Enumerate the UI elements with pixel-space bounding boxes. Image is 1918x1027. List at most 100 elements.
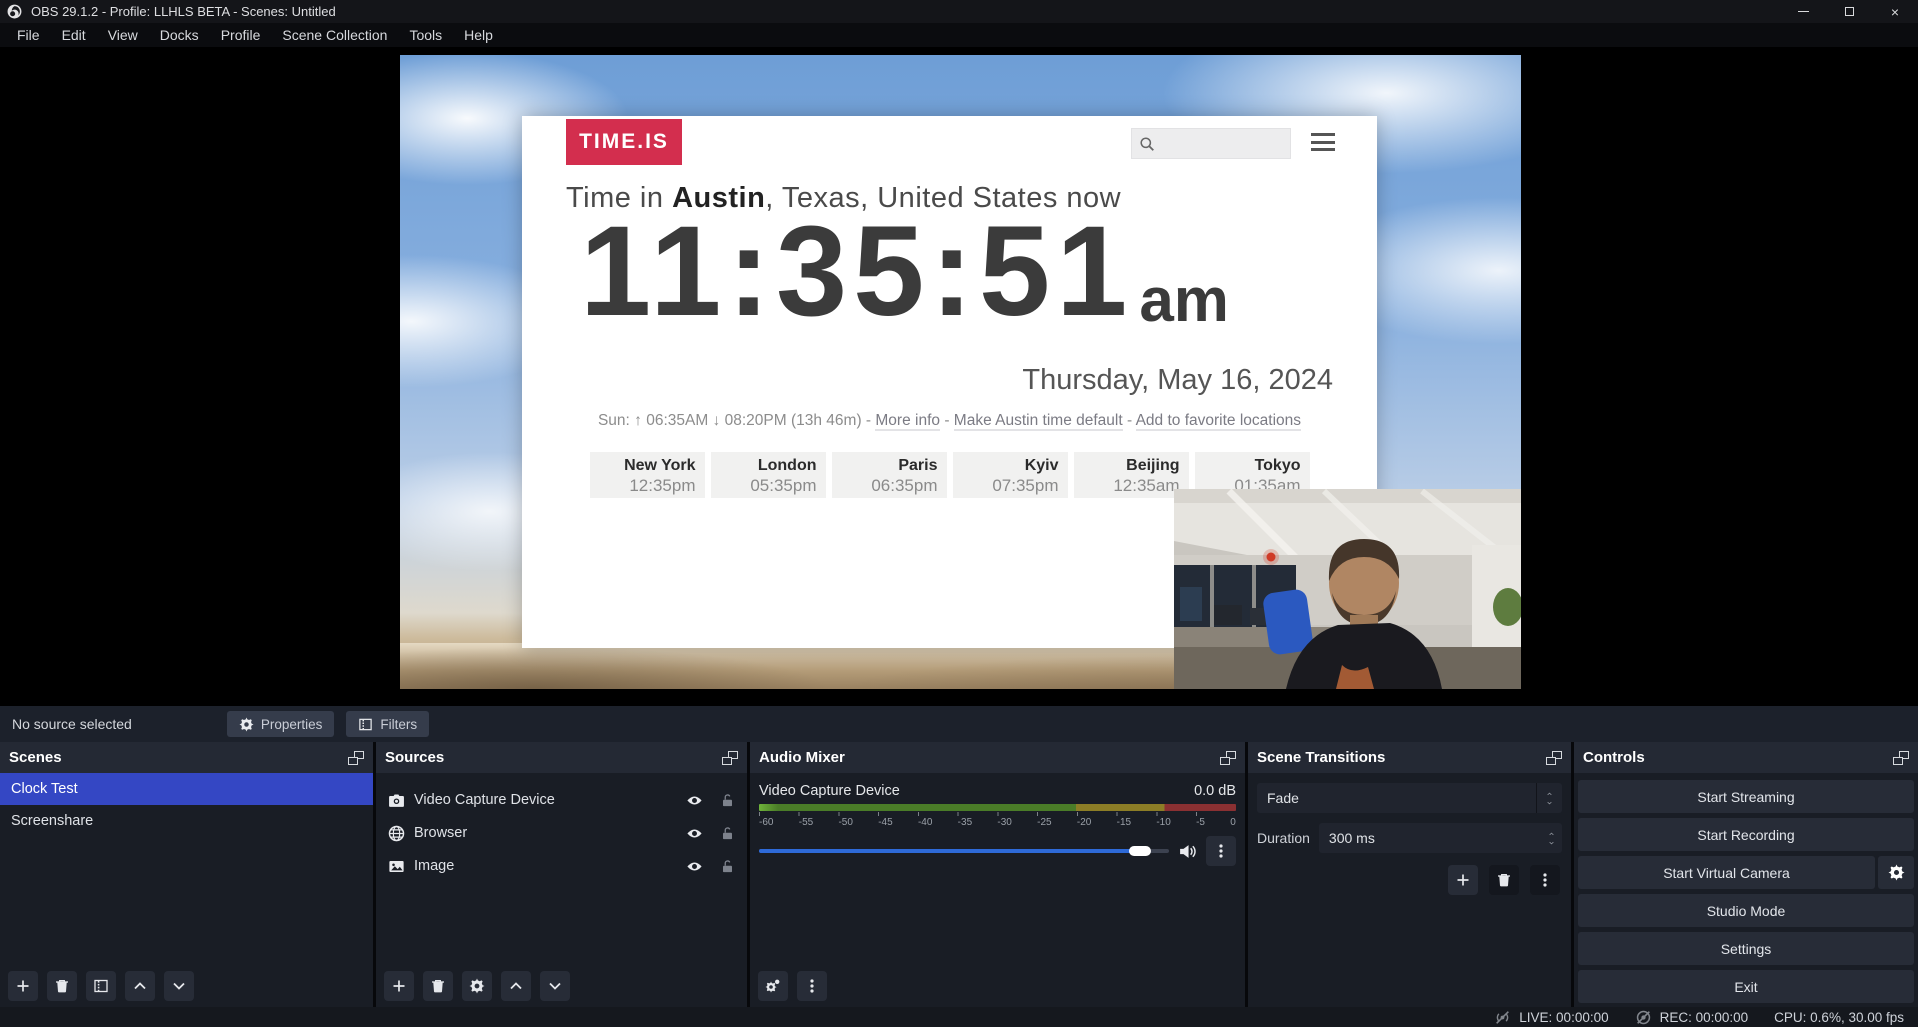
volume-slider-handle[interactable]	[1129, 846, 1151, 856]
menu-docks[interactable]: Docks	[149, 23, 210, 47]
gear-icon	[1888, 864, 1905, 881]
start-virtual-camera-button[interactable]: Start Virtual Camera	[1578, 856, 1875, 889]
scenes-toolbar	[0, 965, 373, 1007]
scene-item-screenshare[interactable]: Screenshare	[0, 805, 373, 837]
visibility-eye-icon[interactable]	[686, 858, 703, 875]
source-properties-button[interactable]	[462, 971, 492, 1001]
add-scene-button[interactable]	[8, 971, 38, 1001]
source-up-button[interactable]	[501, 971, 531, 1001]
visibility-eye-icon[interactable]	[686, 792, 703, 809]
mixer-level-db: 0.0 dB	[1194, 783, 1236, 799]
virtual-camera-config-button[interactable]	[1878, 856, 1914, 889]
transition-menu-button[interactable]	[1530, 865, 1560, 895]
menu-edit[interactable]: Edit	[51, 23, 97, 47]
remove-scene-button[interactable]	[47, 971, 77, 1001]
add-favorite-link[interactable]: Add to favorite locations	[1136, 412, 1301, 431]
volume-meter	[759, 804, 1236, 811]
more-info-link[interactable]: More info	[875, 412, 940, 431]
trash-icon	[54, 978, 70, 994]
city-kyiv[interactable]: Kyiv07:35pm	[953, 452, 1068, 498]
exit-button[interactable]: Exit	[1578, 970, 1914, 1003]
trash-icon	[1496, 872, 1512, 888]
maximize-button[interactable]	[1826, 0, 1872, 23]
date-display: Thursday, May 16, 2024	[1022, 364, 1333, 397]
properties-button[interactable]: Properties	[227, 711, 335, 737]
source-status-text: No source selected	[12, 716, 132, 732]
source-row-browser[interactable]: Browser	[376, 818, 747, 848]
volume-slider[interactable]	[759, 841, 1169, 861]
add-transition-button[interactable]	[1448, 865, 1478, 895]
search-input[interactable]	[1131, 128, 1291, 159]
remove-source-button[interactable]	[423, 971, 453, 1001]
scene-filters-button[interactable]	[86, 971, 116, 1001]
transition-select[interactable]: Fade	[1257, 783, 1562, 813]
source-down-button[interactable]	[540, 971, 570, 1001]
close-button[interactable]: ×	[1872, 0, 1918, 23]
city-beijing[interactable]: Beijing12:35am	[1074, 452, 1189, 498]
menu-tools[interactable]: Tools	[398, 23, 453, 47]
chevron-up-icon	[132, 978, 148, 994]
visibility-eye-icon[interactable]	[686, 825, 703, 842]
advanced-audio-button[interactable]	[758, 971, 788, 1001]
menu-scene-collection[interactable]: Scene Collection	[271, 23, 398, 47]
chevron-up-icon	[1547, 831, 1556, 837]
chevron-down-icon	[1547, 840, 1556, 846]
add-source-button[interactable]	[384, 971, 414, 1001]
start-streaming-button[interactable]: Start Streaming	[1578, 780, 1914, 813]
obs-logo-icon	[7, 4, 22, 19]
speaker-icon[interactable]	[1178, 842, 1197, 861]
start-recording-button[interactable]: Start Recording	[1578, 818, 1914, 851]
hamburger-menu-icon[interactable]	[1311, 133, 1335, 151]
lock-icon[interactable]	[720, 793, 735, 808]
mixer-channel-menu-button[interactable]	[1206, 836, 1236, 866]
program-canvas[interactable]: TIME.IS Time in Austin, Texas, United St…	[400, 55, 1521, 689]
kebab-dots-icon	[1537, 872, 1553, 888]
mixer-menu-button[interactable]	[797, 971, 827, 1001]
image-icon	[388, 858, 405, 875]
city-newyork[interactable]: New York12:35pm	[590, 452, 705, 498]
popout-icon[interactable]	[1893, 751, 1909, 765]
menu-help[interactable]: Help	[453, 23, 504, 47]
webcam-overlay[interactable]	[1174, 489, 1521, 689]
city-paris[interactable]: Paris06:35pm	[832, 452, 947, 498]
scene-down-button[interactable]	[164, 971, 194, 1001]
scene-up-button[interactable]	[125, 971, 155, 1001]
double-gear-icon	[765, 978, 781, 994]
scenes-title: Scenes	[9, 749, 62, 766]
source-row-video-capture[interactable]: Video Capture Device	[376, 785, 747, 815]
trash-icon	[430, 978, 446, 994]
menu-file[interactable]: File	[6, 23, 51, 47]
scene-item-clock-test[interactable]: Clock Test	[0, 773, 373, 805]
globe-icon	[388, 825, 405, 842]
popout-icon[interactable]	[348, 751, 364, 765]
remove-transition-button[interactable]	[1489, 865, 1519, 895]
preview-area: TIME.IS Time in Austin, Texas, United St…	[0, 47, 1918, 706]
make-default-link[interactable]: Make Austin time default	[954, 412, 1123, 431]
stream-signal-off-icon	[1494, 1009, 1511, 1026]
source-row-image[interactable]: Image	[376, 851, 747, 881]
mixer-toolbar	[750, 965, 1245, 1007]
menu-profile[interactable]: Profile	[210, 23, 272, 47]
controls-title: Controls	[1583, 749, 1645, 766]
status-bar: LIVE: 00:00:00 REC: 00:00:00 CPU: 0.6%, …	[0, 1007, 1918, 1027]
filter-icon	[93, 978, 109, 994]
minimize-button[interactable]	[1780, 0, 1826, 23]
window-title: OBS 29.1.2 - Profile: LLHLS BETA - Scene…	[31, 4, 336, 19]
popout-icon[interactable]	[722, 751, 738, 765]
duration-spin-arrows[interactable]	[1547, 831, 1556, 846]
menu-view[interactable]: View	[97, 23, 149, 47]
studio-mode-button[interactable]: Studio Mode	[1578, 894, 1914, 927]
duration-label: Duration	[1257, 830, 1310, 846]
city-london[interactable]: London05:35pm	[711, 452, 826, 498]
duration-input[interactable]: 300 ms	[1319, 823, 1562, 853]
lock-icon[interactable]	[720, 859, 735, 874]
filters-button[interactable]: Filters	[346, 711, 429, 737]
lock-icon[interactable]	[720, 826, 735, 841]
transition-select-arrows[interactable]	[1536, 783, 1562, 813]
popout-icon[interactable]	[1546, 751, 1562, 765]
settings-button[interactable]: Settings	[1578, 932, 1914, 965]
plus-icon	[1455, 872, 1471, 888]
popout-icon[interactable]	[1220, 751, 1236, 765]
plus-icon	[15, 978, 31, 994]
chevron-down-icon	[547, 978, 563, 994]
